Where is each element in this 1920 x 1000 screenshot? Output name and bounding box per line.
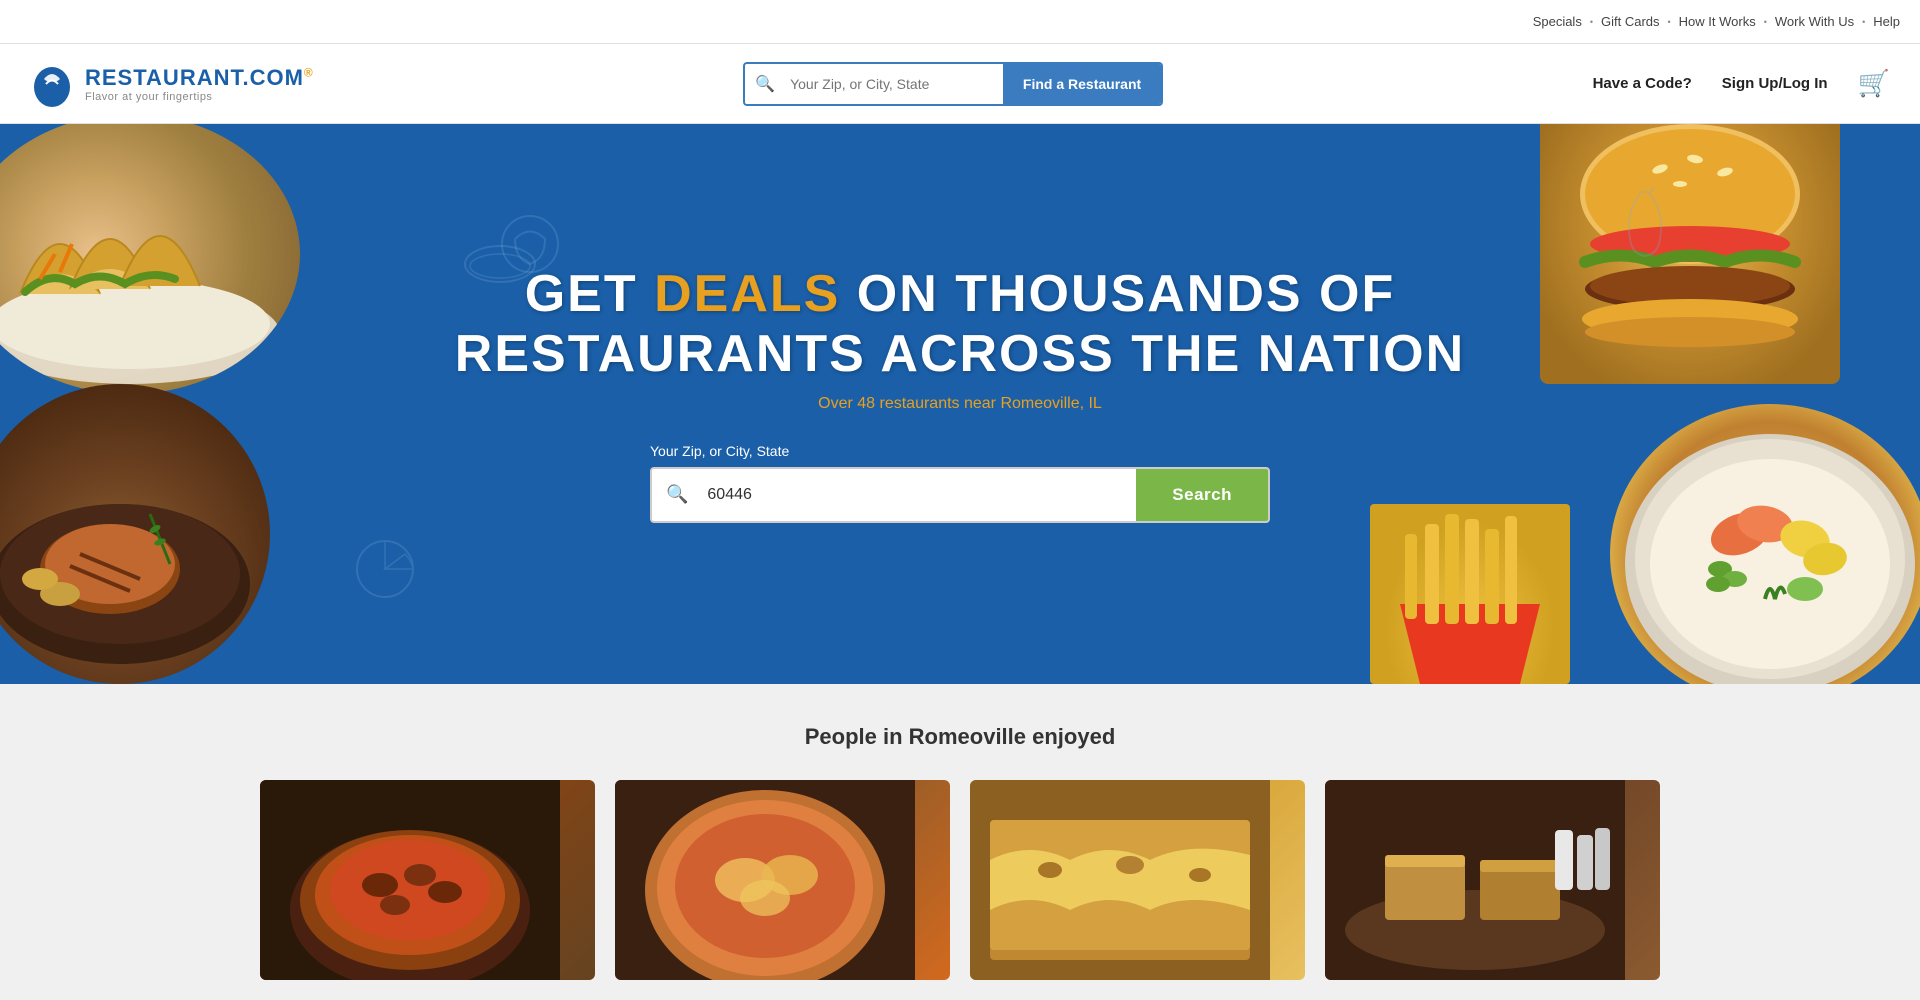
header-search-bar: 🔍 Find a Restaurant [743,62,1163,106]
people-section-title: People in Romeoville enjoyed [30,724,1890,750]
header-search-input[interactable] [785,66,1003,102]
people-section: People in Romeoville enjoyed [0,684,1920,1000]
header-right: Have a Code? Sign Up/Log In 🛒 [1593,68,1890,99]
people-card-3[interactable] [970,780,1305,980]
header-search-icon: 🔍 [745,74,785,94]
people-card-4[interactable] [1325,780,1660,980]
hero-subtitle: Over 48 restaurants near Romeoville, IL [455,395,1465,413]
pie-sketch [350,534,420,604]
top-nav: Specials • Gift Cards • How It Works • W… [0,0,1920,44]
hero-search-bar: 🔍 Search [650,467,1270,523]
people-card-1[interactable] [260,780,595,980]
nav-work-with-us[interactable]: Work With Us [1775,14,1854,29]
steak-image [0,384,270,684]
have-code-link[interactable]: Have a Code? [1593,75,1692,92]
main-header: RESTAURANT.COM® Flavor at your fingertip… [0,44,1920,124]
hero-title-pre: Get [525,265,654,323]
nav-help[interactable]: Help [1873,14,1900,29]
hero-title-line2: Restaurants Across the Nation [455,325,1465,383]
logo-icon [30,59,75,109]
hero-content: Get Deals on Thousands of Restaurants Ac… [455,205,1465,603]
cart-icon[interactable]: 🛒 [1858,68,1890,99]
hero-search-label: Your Zip, or City, State [650,443,1270,459]
dot-separator-3: • [1764,17,1767,27]
nav-gift-cards[interactable]: Gift Cards [1601,14,1660,29]
top-nav-right: Specials • Gift Cards • How It Works • W… [1533,14,1900,29]
hero-search-input[interactable] [702,472,1136,518]
burger-image [1540,124,1840,384]
people-card-2[interactable] [615,780,950,980]
hero-search-icon: 🔍 [652,484,702,505]
dot-separator-2: • [1668,17,1671,27]
logo-tagline: Flavor at your fingertips [85,91,314,103]
logo-area[interactable]: RESTAURANT.COM® Flavor at your fingertip… [30,59,314,109]
hero-title: Get Deals on Thousands of Restaurants Ac… [455,265,1465,385]
logo-text-block: RESTAURANT.COM® Flavor at your fingertip… [85,65,314,103]
taco-image [0,124,300,394]
header-find-restaurant-button[interactable]: Find a Restaurant [1003,64,1161,104]
dot-separator-4: • [1862,17,1865,27]
sign-up-link[interactable]: Sign Up/Log In [1722,75,1828,92]
hero-search-button[interactable]: Search [1136,469,1268,521]
poke-bowl-image [1610,404,1920,684]
logo-name: RESTAURANT.COM® [85,65,314,91]
trademark: ® [304,65,314,79]
nav-how-it-works[interactable]: How It Works [1679,14,1756,29]
hero-title-post: on Thousands of [840,265,1395,323]
chili-sketch [1620,184,1670,264]
dot-separator-1: • [1590,17,1593,27]
people-grid [260,780,1660,980]
hero-deals: Deals [654,265,840,323]
hero-section: Get Deals on Thousands of Restaurants Ac… [0,124,1920,684]
nav-specials[interactable]: Specials [1533,14,1582,29]
